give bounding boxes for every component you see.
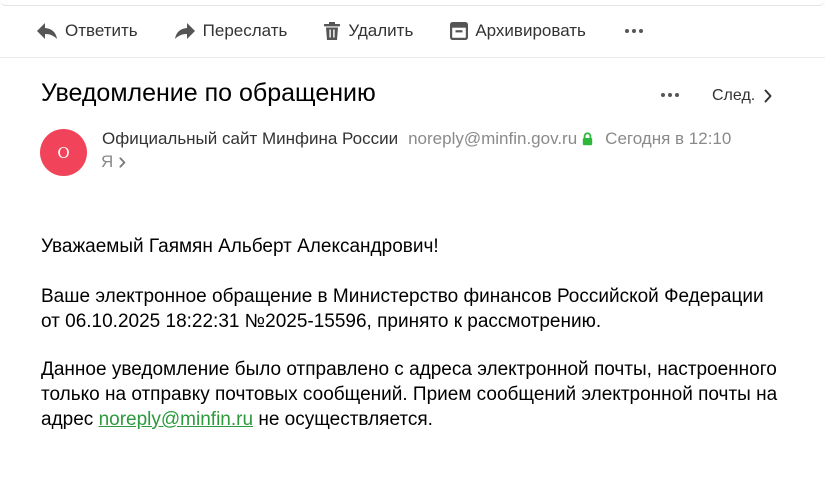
more-dots-icon: [624, 28, 644, 34]
archive-label: Архивировать: [475, 21, 586, 40]
trash-icon: [323, 21, 341, 41]
body-greeting: Уважаемый Гаямян Альберт Александрович!: [41, 236, 439, 257]
sender-name[interactable]: Официальный сайт Минфина России: [102, 129, 398, 149]
sender-email[interactable]: noreply@minfin.gov.ru: [408, 129, 577, 149]
more-dots-icon: [660, 85, 680, 103]
more-actions-button[interactable]: [624, 16, 644, 46]
forward-icon: [174, 22, 196, 40]
archive-button[interactable]: Архивировать: [450, 16, 586, 46]
next-label: След.: [712, 87, 756, 104]
sender-line: Официальный сайт Минфина России noreply@…: [102, 127, 731, 151]
recipient-label: Я: [101, 152, 114, 171]
message-time: Сегодня в 12:10: [605, 129, 732, 148]
delete-label: Удалить: [348, 21, 414, 40]
reply-button[interactable]: Ответить: [36, 16, 138, 46]
lock-icon: [582, 132, 593, 146]
body-paragraph-1: Ваше электронное обращение в Министерств…: [41, 286, 764, 332]
chevron-right-icon: [764, 89, 772, 103]
top-panel-edge: [0, 0, 825, 6]
body-paragraph-2: Данное уведомление было отправлено с адр…: [41, 357, 781, 432]
forward-label: Переслать: [202, 21, 288, 40]
recipient-toggle[interactable]: Я: [101, 150, 126, 174]
body-paragraph-2-end: не осуществляется.: [253, 409, 433, 430]
mail-message-view: Ответить Переслать Удалить Архивировать …: [0, 0, 825, 482]
sender-avatar[interactable]: О: [40, 129, 87, 176]
noreply-email-link[interactable]: noreply@minfin.ru: [99, 409, 253, 430]
chevron-right-icon: [119, 156, 126, 168]
archive-icon: [450, 22, 469, 40]
avatar-letter: О: [57, 143, 70, 162]
message-menu-button[interactable]: [657, 82, 683, 106]
message-subject: Уведомление по обращению: [41, 79, 376, 107]
toolbar-divider: [0, 57, 825, 58]
message-toolbar: Ответить Переслать Удалить Архивировать: [36, 16, 644, 46]
next-message-link[interactable]: След.: [712, 84, 772, 108]
reply-label: Ответить: [65, 21, 138, 40]
delete-button[interactable]: Удалить: [323, 16, 413, 46]
reply-icon: [36, 22, 58, 40]
forward-button[interactable]: Переслать: [174, 16, 288, 46]
